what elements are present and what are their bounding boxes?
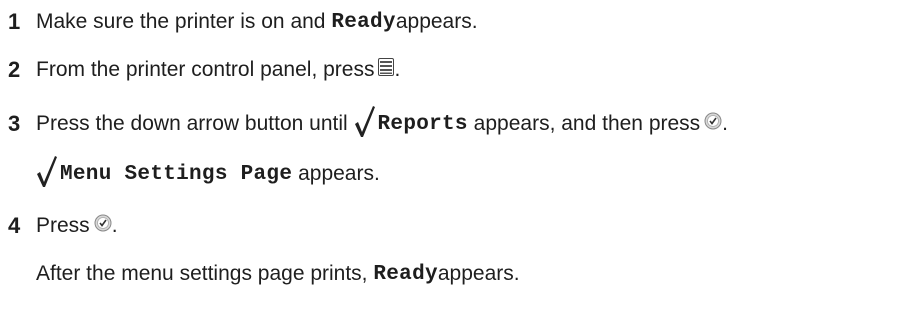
step-number: 4 [8,213,21,238]
result-text-post: appears. [437,262,520,285]
select-icon [704,112,722,136]
step-text-pre: Make sure the printer is on and [36,10,332,33]
step-code-reports: Reports [377,112,468,136]
checkmark-icon [36,154,58,194]
step-number: 1 [8,9,21,34]
step-text-post: . [722,112,729,135]
instruction-document: 1 Make sure the printer is on and Ready … [0,0,922,314]
result-code-ready: Ready [373,262,438,286]
result-code-menu-settings-page: Menu Settings Page [60,162,293,186]
step-text-mid: appears, and then press [467,112,701,135]
checkmark-icon [354,104,376,144]
result-text-pre: After the menu settings page prints, [36,262,374,285]
step-text-post: appears. [395,10,478,33]
step-code-ready: Ready [331,10,396,34]
result-text-post: appears. [292,162,380,185]
step-4: 4 Press . [0,208,118,244]
step-3-result: Menu Settings Page appears. [0,152,380,196]
step-3: 3 Press the down arrow button until Repo… [0,102,728,146]
step-text-post: . [111,214,118,237]
step-text-post: . [394,58,401,81]
step-text-pre: Press [36,214,90,237]
step-number: 3 [8,111,21,136]
menu-icon [378,58,395,82]
step-2: 2 From the printer control panel, press … [0,52,400,88]
step-4-result: After the menu settings page prints, Rea… [0,256,520,292]
step-text-pre: From the printer control panel, press [36,58,375,81]
step-number: 2 [8,57,21,82]
select-icon [94,214,112,238]
step-text-pre: Press the down arrow button until [36,112,354,135]
step-1: 1 Make sure the printer is on and Ready … [0,4,478,40]
